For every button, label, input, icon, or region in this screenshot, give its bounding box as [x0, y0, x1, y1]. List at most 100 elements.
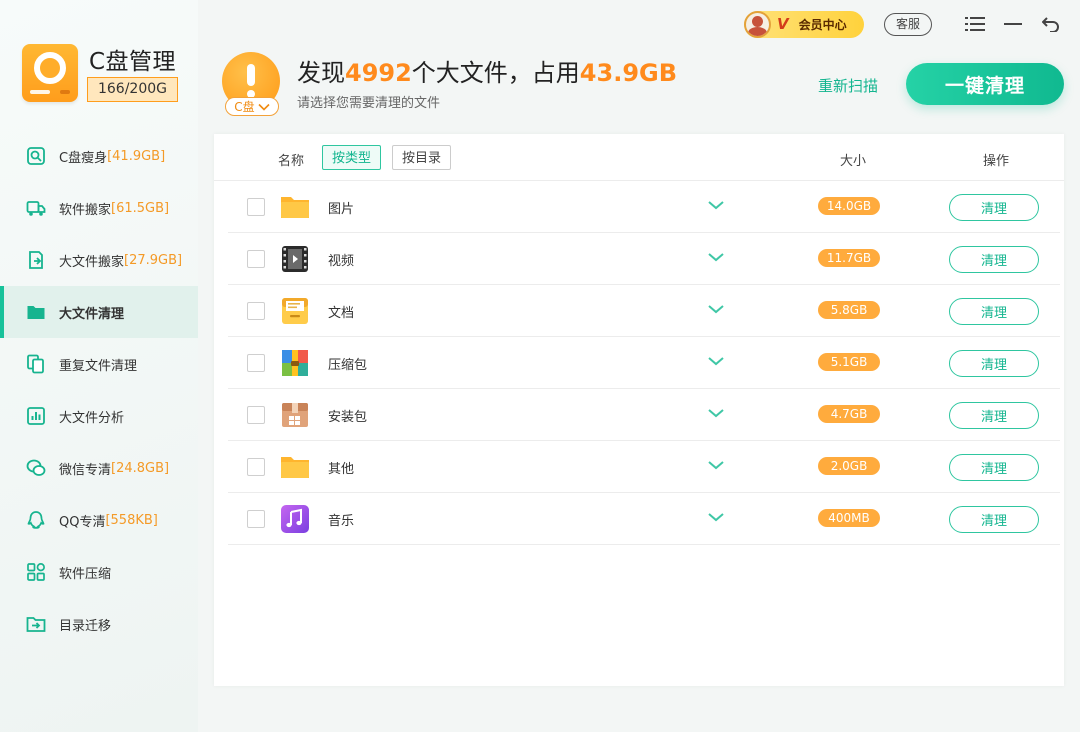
row-checkbox[interactable] [247, 198, 265, 216]
sidebar-item-qq-clean[interactable]: QQ专清 [558KB] [0, 494, 198, 546]
chevron-down-icon[interactable] [706, 351, 726, 371]
drive-label: C盘 [234, 100, 255, 114]
sidebar-nav: C盘瘦身 [41.9GB] 软件搬家 [61.5GB] 大文件搬家 [27.9GB] … [0, 130, 198, 650]
clean-button[interactable]: 清理 [949, 506, 1039, 533]
vip-center-button[interactable]: V 会员中心 [744, 10, 864, 38]
sidebar-item-large-file-analysis[interactable]: 大文件分析 [0, 390, 198, 442]
total-size: 43.9GB [579, 59, 678, 87]
customer-service-button[interactable]: 客服 [884, 12, 932, 36]
clean-button[interactable]: 清理 [949, 454, 1039, 481]
sidebar-item-label: 大文件清理 [59, 306, 125, 322]
back-icon[interactable] [1040, 13, 1062, 35]
menu-icon[interactable] [964, 13, 986, 35]
filter-by-directory-button[interactable]: 按目录 [392, 145, 452, 170]
picture-folder-icon [281, 197, 309, 218]
brand: C盘管理 166/200G [20, 42, 190, 106]
column-action: 操作 [983, 154, 1010, 169]
sidebar-item-label: 软件压缩 [59, 566, 112, 582]
size-badge: 2.0GB [818, 457, 880, 475]
sidebar: C盘管理 166/200G C盘瘦身 [41.9GB] 软件搬家 [61.5GB] [0, 0, 198, 732]
sidebar-item-size: [24.8GB] [111, 460, 170, 476]
chevron-down-icon[interactable] [706, 403, 726, 423]
hard-drive-icon [22, 44, 78, 102]
sidebar-item-label: 大文件搬家 [59, 254, 125, 270]
clean-button[interactable]: 清理 [949, 350, 1039, 377]
sidebar-item-size: [41.9GB] [107, 148, 166, 164]
minimize-icon[interactable] [1002, 13, 1024, 35]
folder-icon [27, 306, 45, 319]
wechat-icon [26, 459, 46, 476]
row-checkbox[interactable] [247, 406, 265, 424]
sidebar-item-size: [61.5GB] [111, 200, 170, 216]
archive-icon [282, 350, 308, 376]
sidebar-item-software-move[interactable]: 软件搬家 [61.5GB] [0, 182, 198, 234]
sidebar-item-c-slim[interactable]: C盘瘦身 [41.9GB] [0, 130, 198, 182]
chart-icon [27, 407, 45, 425]
title-bar: V 会员中心 客服 [744, 8, 1062, 40]
row-name: 压缩包 [328, 358, 368, 373]
row-checkbox[interactable] [247, 354, 265, 372]
row-checkbox[interactable] [247, 302, 265, 320]
table-row: 图片 14.0GB 清理 [228, 181, 1060, 233]
chevron-down-icon[interactable] [706, 299, 726, 319]
chevron-down-icon[interactable] [706, 507, 726, 527]
truck-icon [26, 201, 46, 216]
size-badge: 400MB [818, 509, 880, 527]
sidebar-item-large-file-move[interactable]: 大文件搬家 [27.9GB] [0, 234, 198, 286]
sidebar-item-label: 目录迁移 [59, 618, 112, 634]
row-name: 图片 [328, 202, 355, 217]
file-list-panel: 名称 按类型 按目录 大小 操作 图片 14.0GB 清理 视频 11.7GB … [214, 134, 1064, 686]
size-badge: 4.7GB [818, 405, 880, 423]
chevron-down-icon[interactable] [706, 455, 726, 475]
folder-arrow-icon [26, 617, 46, 632]
one-click-clean-button[interactable]: 一键清理 [906, 63, 1064, 105]
document-icon [282, 298, 308, 324]
disk-slim-icon [27, 147, 45, 165]
table-row: 视频 11.7GB 清理 [228, 233, 1060, 285]
sidebar-item-software-compress[interactable]: 软件压缩 [0, 546, 198, 598]
sidebar-item-label: QQ专清 [59, 514, 106, 530]
sidebar-item-large-file-clean[interactable]: 大文件清理 [0, 286, 198, 338]
table-row: 音乐 400MB 清理 [228, 493, 1060, 545]
headline-prefix: 发现 [297, 59, 345, 87]
sidebar-item-label: 重复文件清理 [59, 358, 138, 374]
row-name: 视频 [328, 254, 355, 269]
row-checkbox[interactable] [247, 458, 265, 476]
row-name: 文档 [328, 306, 355, 321]
row-checkbox[interactable] [247, 250, 265, 268]
other-folder-icon [281, 457, 309, 478]
clean-button[interactable]: 清理 [949, 402, 1039, 429]
table-row: 其他 2.0GB 清理 [228, 441, 1060, 493]
qq-icon [27, 511, 45, 529]
size-badge: 5.1GB [818, 353, 880, 371]
clean-button[interactable]: 清理 [949, 246, 1039, 273]
sidebar-item-wechat-clean[interactable]: 微信专清 [24.8GB] [0, 442, 198, 494]
row-checkbox[interactable] [247, 510, 265, 528]
row-name: 音乐 [328, 514, 355, 529]
clean-button[interactable]: 清理 [949, 298, 1039, 325]
warning-icon: C盘 [222, 52, 282, 116]
filter-by-type-button[interactable]: 按类型 [322, 145, 382, 170]
chevron-down-icon [258, 103, 270, 111]
package-icon [282, 403, 308, 427]
clean-button[interactable]: 清理 [949, 194, 1039, 221]
sidebar-item-duplicate-clean[interactable]: 重复文件清理 [0, 338, 198, 390]
size-badge: 11.7GB [818, 249, 880, 267]
chevron-down-icon[interactable] [706, 195, 726, 215]
file-count: 4992 [345, 59, 412, 87]
column-size: 大小 [840, 154, 867, 169]
size-badge: 5.8GB [818, 301, 880, 319]
sidebar-item-label: 大文件分析 [59, 410, 125, 426]
grid-icon [27, 563, 45, 581]
avatar [744, 10, 771, 38]
disk-usage: 166/200G [87, 77, 178, 102]
sidebar-item-directory-migrate[interactable]: 目录迁移 [0, 598, 198, 650]
table-row: 安装包 4.7GB 清理 [228, 389, 1060, 441]
size-badge: 14.0GB [818, 197, 880, 215]
vip-mark: V [777, 15, 789, 33]
chevron-down-icon[interactable] [706, 247, 726, 267]
drive-selector[interactable]: C盘 [225, 97, 279, 116]
rescan-link[interactable]: 重新扫描 [818, 75, 878, 96]
sidebar-item-label: 软件搬家 [59, 202, 112, 218]
sidebar-item-label: 微信专清 [59, 462, 112, 478]
